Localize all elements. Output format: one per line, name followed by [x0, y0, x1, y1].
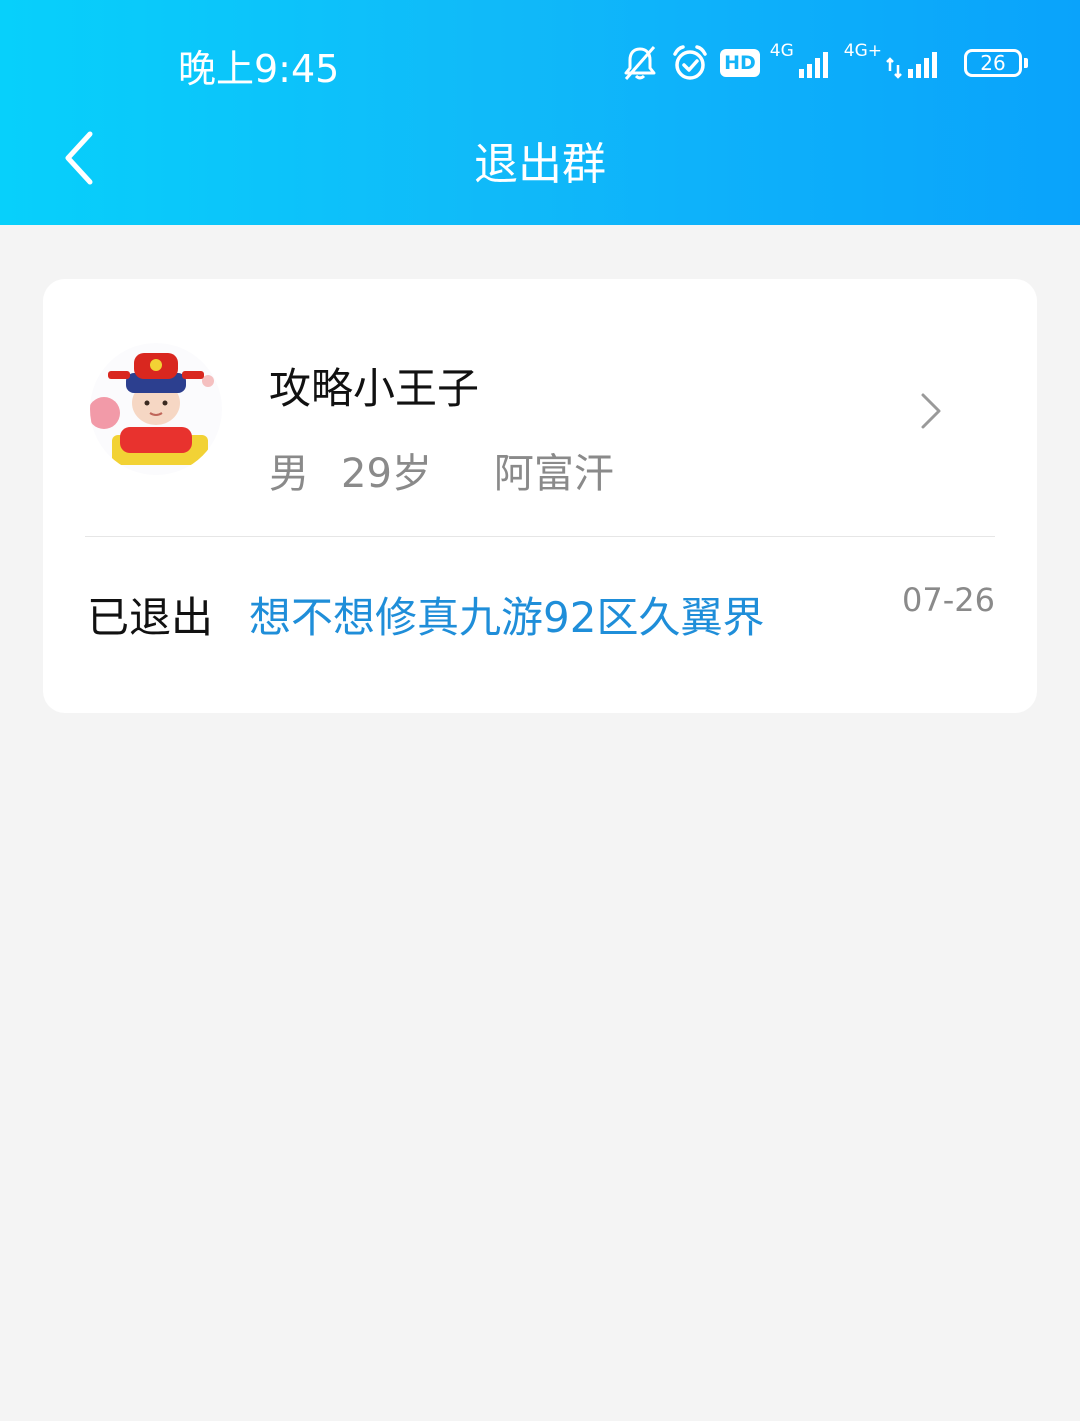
hd-voice-badge: HD — [720, 49, 760, 77]
sim1-network-label: 4G — [769, 41, 794, 61]
user-location: 阿富汗 — [493, 451, 614, 497]
signal-icon — [886, 52, 937, 79]
exit-record-card: 攻略小王子 男 29岁 阿富汗 已退出 想不想修真九游92区久翼界 07-26 — [43, 279, 1037, 713]
status-icons: HD 4G 4G+ 26 — [620, 40, 1028, 86]
user-meta: 男 29岁 阿富汗 — [269, 441, 614, 499]
record-date: 07-26 — [902, 581, 995, 619]
bell-muted-icon — [624, 46, 656, 80]
user-gender: 男 — [269, 451, 309, 497]
chevron-right-icon — [921, 393, 941, 429]
alarm-icon — [673, 45, 707, 80]
status-time: 晚上9:45 — [178, 47, 340, 91]
sim2-network-label: 4G+ — [843, 41, 882, 61]
signal-icon — [798, 52, 828, 78]
record-status: 已退出 — [87, 593, 214, 642]
avatar[interactable] — [90, 343, 222, 475]
battery-icon: 26 — [964, 49, 1028, 77]
user-age: 29岁 — [341, 451, 432, 497]
group-name-link[interactable]: 想不想修真九游92区久翼界 — [249, 584, 764, 645]
page-title: 退出群 — [474, 139, 606, 190]
battery-level: 26 — [980, 51, 1006, 75]
user-profile-row[interactable]: 攻略小王子 男 29岁 阿富汗 — [43, 279, 1037, 536]
user-name: 攻略小王子 — [269, 364, 480, 413]
top-bar: 晚上9:45 HD 4G 4G+ 26 退出群 — [0, 0, 1080, 225]
exit-record-row: 已退出 想不想修真九游92区久翼界 07-26 — [43, 537, 1037, 713]
